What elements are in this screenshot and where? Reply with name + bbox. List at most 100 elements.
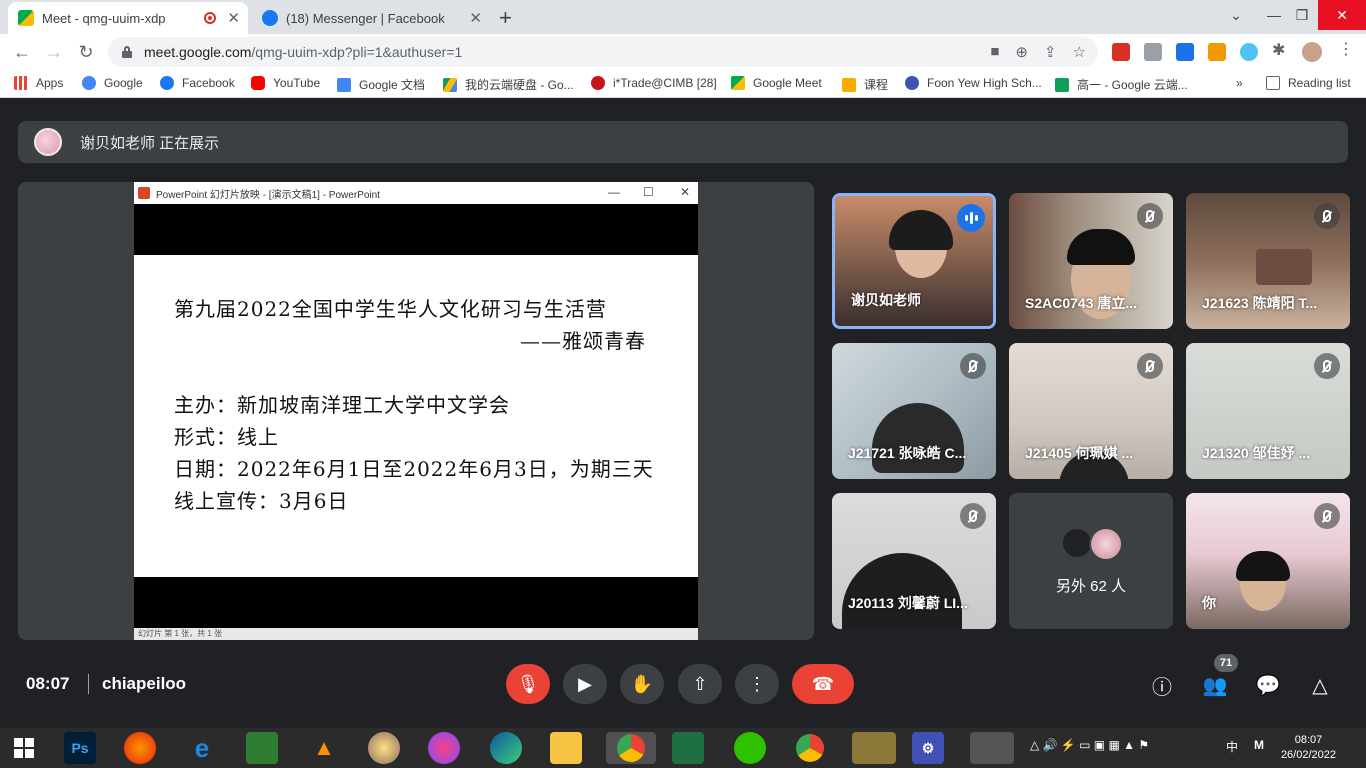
- others-count-label: 另外 62 人: [1055, 578, 1127, 595]
- bookmark-grade-one[interactable]: 高一 - Google 云端...: [1055, 76, 1188, 93]
- chrome-icon[interactable]: [606, 732, 656, 764]
- close-window-icon[interactable]: ✕: [1318, 0, 1366, 30]
- vlc-icon[interactable]: ▲: [308, 732, 340, 764]
- slide-promo: 线上宣传：3月6日: [174, 489, 349, 513]
- bookmark-google[interactable]: Google: [82, 76, 143, 90]
- people-count-badge: 71: [1214, 654, 1238, 672]
- maximize-icon[interactable]: ❐: [1282, 0, 1322, 30]
- internet-explorer-icon[interactable]: e: [186, 732, 218, 764]
- tray-icons[interactable]: △ 🔊 ⚡ ▭ ▣ ▦ ▲ ⚑: [1030, 738, 1149, 752]
- extension-icon[interactable]: [1208, 43, 1226, 61]
- wechat-icon[interactable]: [734, 732, 766, 764]
- tab-search-icon[interactable]: ⌄: [1216, 0, 1256, 30]
- others-tile[interactable]: 另外 62 人: [1009, 493, 1173, 629]
- extension-icon[interactable]: [1144, 43, 1162, 61]
- participant-tile[interactable]: J21721 张咏皓 C...: [832, 343, 996, 479]
- divider: [88, 674, 89, 694]
- mic-off-button[interactable]: 🎙: [506, 664, 550, 704]
- bookmark-label: i*Trade@CIMB [28]: [613, 76, 717, 90]
- bookmarks-overflow[interactable]: »: [1236, 76, 1243, 90]
- forward-icon[interactable]: →: [42, 40, 66, 64]
- tab-meet[interactable]: Meet - qmg-uuim-xdp ✕: [8, 2, 248, 34]
- meeting-time: 08:07: [26, 674, 70, 693]
- chrome-icon[interactable]: [794, 732, 826, 764]
- presentation-stage[interactable]: PowerPoint 幻灯片放映 - [演示文稿1] - PowerPoint …: [18, 182, 814, 640]
- itunes-icon[interactable]: [428, 732, 460, 764]
- edge-icon[interactable]: [490, 732, 522, 764]
- bookmark-google-meet[interactable]: Google Meet: [731, 76, 822, 90]
- extension-icon[interactable]: [1240, 43, 1258, 61]
- profile-avatar[interactable]: [1302, 42, 1322, 62]
- bookmark-facebook[interactable]: Facebook: [160, 76, 235, 90]
- bookmark-apps[interactable]: Apps: [14, 76, 63, 90]
- more-vert-icon: ⋮: [748, 673, 766, 694]
- bookmark-google-docs[interactable]: Google 文档: [337, 76, 425, 93]
- bookmark-youtube[interactable]: YouTube: [251, 76, 320, 90]
- bookmark-courses[interactable]: 课程: [842, 76, 888, 93]
- google-drive-icon: [443, 77, 457, 92]
- participant-tile[interactable]: J21320 邹佳妤 ...: [1186, 343, 1350, 479]
- bookmark-drive[interactable]: 我的云端硬盘 - Go...: [443, 76, 574, 93]
- tab-title: Meet - qmg-uuim-xdp: [42, 10, 166, 26]
- file-explorer-icon[interactable]: [550, 732, 582, 764]
- self-tile[interactable]: 你: [1186, 493, 1350, 629]
- bookmark-label: Google Meet: [753, 76, 822, 90]
- bookmark-star-icon[interactable]: ☆: [1073, 43, 1086, 61]
- ime-indicator[interactable]: 中: [1226, 738, 1238, 755]
- people-icon[interactable]: 👥: [1201, 671, 1229, 699]
- close-tab-icon[interactable]: ✕: [227, 9, 240, 27]
- speaker-app-icon[interactable]: [970, 732, 1014, 764]
- raise-hand-button[interactable]: ✋: [620, 664, 664, 704]
- system-clock[interactable]: 08:07 26/02/2022: [1281, 733, 1336, 763]
- participant-tile[interactable]: S2AC0743 唐立...: [1009, 193, 1173, 329]
- zoom-icon[interactable]: ⊕: [1015, 43, 1028, 61]
- muted-mic-icon: [960, 503, 986, 529]
- ppt-window-title: PowerPoint 幻灯片放映 - [演示文稿1] - PowerPoint: [156, 189, 380, 201]
- participant-tile[interactable]: J21405 何珮娸 ...: [1009, 343, 1173, 479]
- participant-name: J21405 何珮娸 ...: [1025, 445, 1134, 461]
- photoshop-icon[interactable]: Ps: [64, 732, 96, 764]
- ime-mode-indicator[interactable]: M: [1254, 738, 1264, 752]
- camera-icon: ▶: [578, 673, 592, 694]
- cimb-icon: [591, 76, 605, 90]
- bookmark-foon-yew[interactable]: Foon Yew High Sch...: [905, 76, 1042, 90]
- more-options-button[interactable]: ⋮: [735, 664, 779, 704]
- excel-icon[interactable]: [672, 732, 704, 764]
- photos-icon[interactable]: [852, 732, 896, 764]
- paint-icon[interactable]: [368, 732, 400, 764]
- reading-list[interactable]: Reading list: [1266, 76, 1351, 90]
- store-icon[interactable]: [246, 732, 278, 764]
- address-bar[interactable]: meet.google.com/qmg-uuim-xdp?pli=1&authu…: [108, 37, 1098, 67]
- activities-icon[interactable]: △: [1306, 671, 1334, 699]
- close-tab-icon[interactable]: ✕: [469, 9, 482, 27]
- bookmark-cimb[interactable]: i*Trade@CIMB [28]: [591, 76, 717, 90]
- menu-kebab-icon[interactable]: ⋮: [1338, 39, 1356, 58]
- reload-icon[interactable]: ↻: [74, 40, 98, 64]
- windows-start-icon[interactable]: [8, 732, 40, 764]
- participant-name: J20113 刘馨蔚 LI...: [848, 595, 968, 611]
- extension-search-icon[interactable]: [1176, 43, 1194, 61]
- present-button[interactable]: ⇧: [678, 664, 722, 704]
- extension-off-icon[interactable]: [1112, 43, 1130, 61]
- reading-list-label: Reading list: [1288, 76, 1351, 90]
- muted-mic-icon: [1314, 203, 1340, 229]
- hand-icon: ✋: [630, 673, 654, 694]
- back-icon[interactable]: ←: [10, 40, 34, 64]
- extensions-puzzle-icon[interactable]: ✱: [1272, 40, 1290, 59]
- camera-button[interactable]: ▶: [563, 664, 607, 704]
- settings-gear-icon[interactable]: ⚙: [912, 732, 944, 764]
- tab-messenger[interactable]: (18) Messenger | Facebook ✕: [252, 2, 490, 34]
- bookmark-label: 高一 - Google 云端...: [1077, 78, 1188, 92]
- firefox-icon[interactable]: [124, 732, 156, 764]
- apps-grid-icon: [14, 76, 28, 90]
- camera-icon[interactable]: ■: [990, 43, 999, 61]
- leave-call-button[interactable]: ☎: [792, 664, 854, 704]
- new-tab-icon[interactable]: +: [499, 5, 512, 31]
- participant-tile[interactable]: J20113 刘馨蔚 LI...: [832, 493, 996, 629]
- share-icon[interactable]: ⇪: [1044, 43, 1057, 61]
- meeting-info-icon[interactable]: ⓘ: [1148, 671, 1176, 699]
- chat-icon[interactable]: 💬: [1254, 671, 1282, 699]
- screen: Meet - qmg-uuim-xdp ✕ (18) Messenger | F…: [0, 0, 1366, 768]
- participant-tile[interactable]: J21623 陈靖阳 T...: [1186, 193, 1350, 329]
- participant-tile[interactable]: 谢贝如老师: [832, 193, 996, 329]
